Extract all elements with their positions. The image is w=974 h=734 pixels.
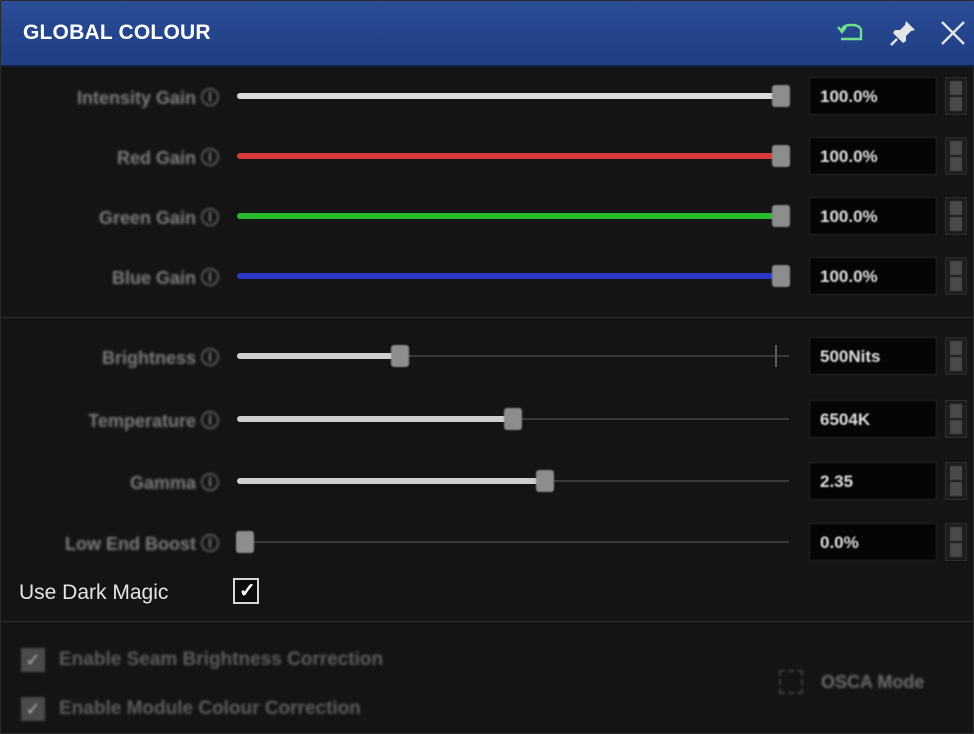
- green-gain-value-field[interactable]: 100.0%: [809, 197, 937, 235]
- blue-gain-row: Blue Gain ⓘ 100.0%: [1, 251, 974, 301]
- temperature-spinner[interactable]: [945, 400, 967, 438]
- gamma-slider[interactable]: [237, 468, 789, 494]
- global-colour-panel: GLOBAL COLOUR Intensity Gain ⓘ 100.0% Re…: [0, 0, 974, 734]
- reset-icon[interactable]: [835, 17, 867, 49]
- spin-down-arrow-icon[interactable]: [950, 97, 962, 111]
- slider-fill: [237, 213, 781, 219]
- red-gain-spinner[interactable]: [945, 137, 967, 175]
- temperature-label: Temperature ⓘ: [88, 411, 219, 431]
- green-gain-slider[interactable]: [237, 203, 790, 229]
- blue-gain-slider[interactable]: [237, 263, 790, 289]
- intensity-gain-slider[interactable]: [237, 83, 790, 109]
- slider-track: [237, 541, 789, 543]
- check-icon[interactable]: ✓: [21, 648, 45, 672]
- red-gain-label: Red Gain ⓘ: [116, 148, 219, 168]
- slider-thumb[interactable]: [536, 470, 555, 492]
- title-bar: GLOBAL COLOUR: [1, 1, 974, 67]
- green-gain-row: Green Gain ⓘ 100.0%: [1, 191, 974, 241]
- intensity-gain-row: Intensity Gain ⓘ 100.0%: [1, 71, 974, 121]
- red-gain-row: Red Gain ⓘ 100.0%: [1, 131, 974, 181]
- blue-gain-value-field[interactable]: 100.0%: [809, 257, 937, 295]
- slider-thumb[interactable]: [504, 408, 522, 430]
- brightness-slider[interactable]: [237, 343, 789, 369]
- slider-thumb[interactable]: [391, 345, 410, 367]
- slider-end-tick: [775, 345, 777, 367]
- section-divider: [1, 621, 974, 622]
- spin-down-arrow-icon[interactable]: [950, 217, 962, 231]
- spin-up-arrow-icon[interactable]: [950, 466, 962, 480]
- spin-down-arrow-icon[interactable]: [950, 543, 962, 557]
- red-gain-slider[interactable]: [237, 143, 790, 169]
- spin-down-arrow-icon[interactable]: [950, 277, 962, 291]
- green-gain-spinner[interactable]: [945, 197, 967, 235]
- spin-up-arrow-icon[interactable]: [950, 341, 962, 355]
- low-end-boost-row: Low End Boost ⓘ 0.0%: [1, 517, 974, 567]
- pin-icon[interactable]: [887, 17, 919, 49]
- panel-title: GLOBAL COLOUR: [23, 21, 211, 44]
- enable-seam-brightness-label: Enable Seam Brightness Correction: [59, 649, 384, 670]
- brightness-label: Brightness ⓘ: [101, 348, 219, 368]
- slider-fill: [237, 273, 781, 279]
- slider-thumb[interactable]: [772, 145, 790, 167]
- intensity-gain-spinner[interactable]: [945, 77, 967, 115]
- slider-fill: [237, 353, 401, 359]
- low-end-boost-label: Low End Boost ⓘ: [65, 534, 219, 554]
- spin-down-arrow-icon[interactable]: [950, 357, 962, 371]
- low-end-boost-slider[interactable]: [236, 529, 789, 555]
- brightness-spinner[interactable]: [945, 337, 967, 375]
- spin-up-arrow-icon[interactable]: [950, 141, 962, 155]
- section-divider: [1, 317, 974, 318]
- slider-fill: [237, 416, 513, 422]
- brightness-value-field[interactable]: 500Nits: [809, 337, 937, 375]
- spin-up-arrow-icon[interactable]: [950, 527, 962, 541]
- intensity-gain-value-field[interactable]: 100.0%: [809, 77, 937, 115]
- temperature-slider[interactable]: [237, 406, 789, 432]
- use-dark-magic-label: Use Dark Magic: [19, 581, 169, 604]
- blue-gain-spinner[interactable]: [945, 257, 967, 295]
- temperature-value-field[interactable]: 6504K: [809, 400, 937, 438]
- gamma-row: Gamma ⓘ 2.35: [1, 456, 974, 506]
- temperature-row: Temperature ⓘ 6504K: [1, 394, 974, 444]
- low-end-boost-spinner[interactable]: [945, 523, 967, 561]
- red-gain-value-field[interactable]: 100.0%: [809, 137, 937, 175]
- low-end-boost-value-field[interactable]: 0.0%: [809, 523, 937, 561]
- osca-mode-label: OSCA Mode: [821, 672, 925, 692]
- osca-checkbox-box[interactable]: [779, 670, 803, 694]
- gamma-label: Gamma ⓘ: [129, 473, 219, 493]
- blue-gain-label: Blue Gain ⓘ: [111, 268, 219, 288]
- spin-up-arrow-icon[interactable]: [950, 261, 962, 275]
- spin-up-arrow-icon[interactable]: [950, 404, 962, 418]
- dark-magic-checkbox-box[interactable]: ✓: [233, 578, 259, 604]
- green-gain-label: Green Gain ⓘ: [98, 208, 219, 228]
- gamma-spinner[interactable]: [945, 462, 967, 500]
- spin-up-arrow-icon[interactable]: [950, 81, 962, 95]
- slider-thumb[interactable]: [772, 265, 790, 287]
- spin-down-arrow-icon[interactable]: [950, 482, 962, 496]
- slider-thumb[interactable]: [236, 531, 254, 553]
- slider-fill: [237, 153, 781, 159]
- slider-thumb[interactable]: [772, 85, 790, 107]
- intensity-gain-label: Intensity Gain ⓘ: [76, 88, 219, 108]
- check-icon: ✓: [239, 580, 256, 602]
- check-icon[interactable]: ✓: [21, 697, 45, 721]
- spin-up-arrow-icon[interactable]: [950, 201, 962, 215]
- slider-fill: [237, 93, 781, 99]
- enable-module-colour-label: Enable Module Colour Correction: [59, 698, 361, 719]
- close-icon[interactable]: [937, 17, 969, 49]
- gamma-value-field[interactable]: 2.35: [809, 462, 937, 500]
- brightness-row: Brightness ⓘ 500Nits: [1, 331, 974, 381]
- spin-down-arrow-icon[interactable]: [950, 420, 962, 434]
- spin-down-arrow-icon[interactable]: [950, 157, 962, 171]
- slider-fill: [237, 478, 546, 484]
- slider-thumb[interactable]: [772, 205, 790, 227]
